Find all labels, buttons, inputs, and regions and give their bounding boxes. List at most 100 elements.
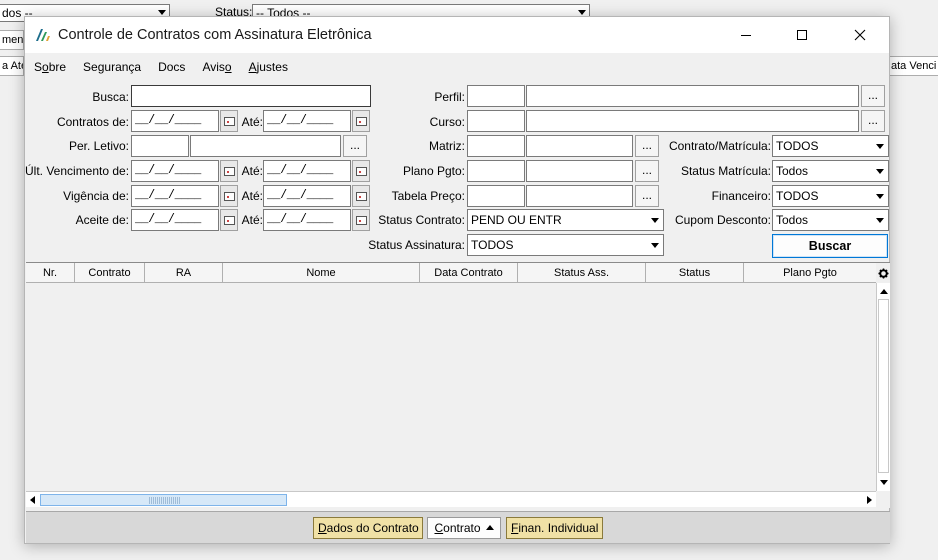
perfil-code-input[interactable] [467, 85, 525, 107]
column-header-status[interactable]: Status [646, 263, 744, 283]
vertical-scroll-thumb[interactable] [878, 299, 889, 473]
matriz-desc-input[interactable] [526, 135, 633, 157]
calendar-button[interactable] [220, 160, 238, 182]
ult-vencimento-ate-input[interactable]: __/__/____ [263, 160, 351, 182]
per-letivo-lookup-button[interactable]: ... [343, 135, 367, 157]
contrato-menu-button[interactable]: Contrato [427, 517, 501, 539]
aceite-ate-input[interactable]: __/__/____ [263, 209, 351, 231]
vigencia-label: Vigência de: [63, 189, 129, 203]
contracts-grid[interactable]: Nr. Contrato RA Nome Data Contrato Statu… [26, 262, 890, 508]
column-header-nome[interactable]: Nome [223, 263, 420, 283]
menu-aviso[interactable]: Aviso [193, 57, 239, 79]
tabela-preco-lookup-button[interactable]: ... [635, 185, 659, 207]
grid-settings-button[interactable] [876, 264, 890, 282]
chevron-down-icon [651, 218, 659, 223]
contrato-matricula-select[interactable]: TODOS [772, 135, 889, 157]
menu-seguranca[interactable]: Segurança [74, 57, 149, 79]
contratos-de-input[interactable]: __/__/____ [131, 110, 219, 132]
chevron-down-icon [158, 10, 166, 15]
aceite-de-input[interactable]: __/__/____ [131, 209, 219, 231]
status-contrato-select[interactable]: PEND OU ENTR [467, 209, 664, 231]
curso-desc-input[interactable] [526, 110, 859, 132]
plano-pgto-lookup-button[interactable]: ... [635, 160, 659, 182]
grid-header: Nr. Contrato RA Nome Data Contrato Statu… [26, 263, 876, 283]
chevron-up-icon [485, 525, 494, 530]
minimize-button[interactable] [723, 17, 769, 53]
vertical-scrollbar[interactable] [876, 283, 890, 491]
ate-label: Até: [241, 213, 263, 227]
plano-pgto-label: Plano Pgto: [402, 164, 465, 178]
scroll-down-icon[interactable] [880, 480, 888, 485]
ult-vencimento-de-input[interactable]: __/__/____ [131, 160, 219, 182]
status-assinatura-select[interactable]: TODOS [467, 234, 664, 256]
status-matricula-select[interactable]: Todos [772, 160, 889, 182]
horizontal-scroll-thumb[interactable] [40, 494, 287, 506]
column-header-ra[interactable]: RA [145, 263, 223, 283]
column-header-contrato[interactable]: Contrato [75, 263, 145, 283]
minimize-icon [741, 35, 751, 36]
cupom-desconto-select[interactable]: Todos [772, 209, 889, 231]
gear-icon [877, 267, 889, 279]
curso-label: Curso: [429, 115, 465, 129]
title-bar[interactable]: Controle de Contratos com Assinatura Ele… [25, 17, 889, 53]
contratos-ate-input[interactable]: __/__/____ [263, 110, 351, 132]
chevron-down-icon [876, 194, 884, 199]
perfil-desc-input[interactable] [526, 85, 859, 107]
column-header-status-ass[interactable]: Status Ass. [518, 263, 646, 283]
dados-do-contrato-button[interactable]: Dados do Contrato [313, 517, 423, 539]
ult-vencimento-label: Últ. Vencimento de: [25, 164, 130, 178]
maximize-button[interactable] [779, 17, 825, 53]
ate-label: Até: [241, 164, 263, 178]
app-logo-icon [36, 29, 50, 41]
menu-sobre[interactable]: Sobre [25, 57, 74, 79]
plano-pgto-desc-input[interactable] [526, 160, 633, 182]
busca-label: Busca: [92, 90, 129, 104]
column-header-plano-pgto[interactable]: Plano Pgto [744, 263, 876, 283]
ate-label: Até: [241, 189, 263, 203]
calendar-button[interactable] [220, 209, 238, 231]
curso-code-input[interactable] [467, 110, 525, 132]
chevron-down-icon [578, 10, 586, 15]
status-contrato-label: Status Contrato: [378, 213, 465, 227]
plano-pgto-code-input[interactable] [467, 160, 525, 182]
contratos-de-label: Contratos de: [56, 115, 129, 129]
vigencia-ate-input[interactable]: __/__/____ [263, 185, 351, 207]
per-letivo-desc-input[interactable] [190, 135, 341, 157]
close-button[interactable] [837, 17, 883, 53]
buscar-button[interactable]: Buscar [772, 234, 888, 258]
perfil-lookup-button[interactable]: ... [861, 85, 885, 107]
cupom-desconto-label: Cupom Desconto: [674, 213, 771, 227]
menu-ajustes[interactable]: Ajustes [240, 57, 296, 79]
matriz-label: Matriz: [429, 139, 465, 153]
calendar-icon [223, 166, 235, 176]
scrollbar-corner [876, 491, 890, 507]
scroll-left-icon[interactable] [30, 496, 35, 504]
per-letivo-label: Per. Letivo: [68, 139, 129, 153]
scroll-right-icon[interactable] [867, 496, 872, 504]
window-title: Controle de Contratos com Assinatura Ele… [58, 27, 372, 43]
background-tab-left-2: a Ate [0, 56, 24, 76]
matriz-code-input[interactable] [467, 135, 525, 157]
chevron-down-icon [876, 169, 884, 174]
curso-lookup-button[interactable]: ... [861, 110, 885, 132]
column-header-nr[interactable]: Nr. [26, 263, 75, 283]
calendar-button[interactable] [220, 185, 238, 207]
finan-individual-button[interactable]: Finan. Individual [506, 517, 603, 539]
tabela-preco-code-input[interactable] [467, 185, 525, 207]
vigencia-de-input[interactable]: __/__/____ [131, 185, 219, 207]
matriz-lookup-button[interactable]: ... [635, 135, 659, 157]
bottom-toolbar: Dados do Contrato Contrato Finan. Indivi… [26, 511, 890, 543]
scroll-up-icon[interactable] [880, 289, 888, 294]
column-header-data-contrato[interactable]: Data Contrato [420, 263, 518, 283]
calendar-button[interactable] [220, 110, 238, 132]
chevron-down-icon [876, 218, 884, 223]
per-letivo-code-input[interactable] [131, 135, 189, 157]
horizontal-scrollbar[interactable] [26, 491, 876, 507]
contracts-window: Controle de Contratos com Assinatura Ele… [24, 16, 890, 544]
busca-input[interactable] [131, 85, 371, 107]
tabela-preco-desc-input[interactable] [526, 185, 633, 207]
grip-icon [149, 497, 181, 504]
maximize-icon [797, 30, 807, 40]
menu-docs[interactable]: Docs [149, 57, 193, 79]
financeiro-select[interactable]: TODOS [772, 185, 889, 207]
